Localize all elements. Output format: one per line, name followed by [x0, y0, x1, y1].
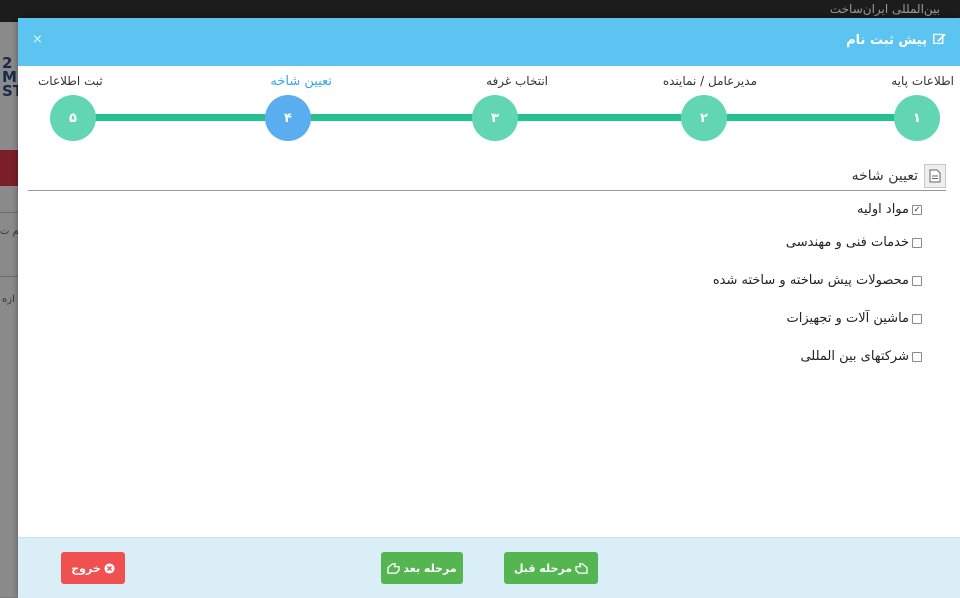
checkbox-label: محصولات پیش ساخته و ساخته شده: [712, 273, 909, 288]
checkbox-machinery[interactable]: ماشین آلات و تجهیزات: [713, 310, 922, 327]
checkbox-checked[interactable]: ✓: [912, 204, 922, 215]
section-title: تعیین شاخه: [851, 168, 918, 184]
wizard-stepper: اطلاعات پایه ۱ مدیرعامل / نماینده ۲ انتخ…: [18, 66, 960, 158]
step-number: ۱: [894, 95, 940, 141]
step-number: ۵: [50, 95, 96, 141]
background-text-fragment: ازه: [2, 294, 15, 305]
next-step-label: مرحله بعد: [403, 561, 457, 575]
step-number: ۴: [265, 95, 311, 141]
step-number: ۲: [681, 95, 727, 141]
edit-icon: [933, 32, 946, 49]
checkbox-label: مواد اولیه: [857, 202, 909, 217]
registration-modal: پیش ثبت نام × اطلاعات پایه ۱ مدیرعامل / …: [18, 18, 960, 598]
step-label: مدیرعامل / نماینده: [662, 74, 757, 88]
modal-title: پیش ثبت نام: [846, 32, 946, 49]
background-red-block: [0, 150, 18, 186]
background-logo: 2 M ST: [2, 54, 24, 100]
step-booth[interactable]: انتخاب غرفه ۳: [428, 66, 548, 158]
modal-header: پیش ثبت نام ×: [18, 18, 960, 66]
step-label: ثبت اطلاعات: [38, 74, 103, 88]
checkbox-engineering-services[interactable]: خدمات فنی و مهندسی: [713, 234, 922, 251]
hand-right-icon: [575, 562, 588, 574]
previous-step-button[interactable]: مرحله قبل: [504, 552, 598, 584]
checkbox-international-companies[interactable]: شرکتهای بین المللی: [713, 348, 922, 365]
next-step-button[interactable]: مرحله بعد: [381, 552, 463, 584]
step-branch[interactable]: تعیین شاخه ۴: [221, 66, 341, 158]
background-divider: [0, 276, 18, 277]
checkbox-prefabricated-products[interactable]: محصولات پیش ساخته و ساخته شده: [713, 272, 922, 289]
step-basic-info[interactable]: اطلاعات پایه ۱: [840, 66, 960, 158]
background-left-strip: [0, 22, 18, 597]
exit-label: خروج: [71, 561, 101, 575]
checkbox-label: خدمات فنی و مهندسی: [785, 235, 909, 250]
step-submit[interactable]: ثبت اطلاعات ۵: [18, 66, 138, 158]
checkbox-label: ماشین آلات و تجهیزات: [786, 311, 909, 326]
section-divider: [28, 190, 946, 191]
exit-button[interactable]: خروج: [61, 552, 125, 584]
background-header-text: بین‌المللی ایران‌ساخت: [829, 2, 940, 16]
hand-left-icon: [387, 562, 401, 574]
close-icon[interactable]: ×: [32, 32, 43, 47]
step-number: ۳: [472, 95, 518, 141]
background-text-fragment: م ت: [0, 226, 19, 237]
checkbox-raw-materials[interactable]: ✓ مواد اولیه: [713, 201, 922, 218]
step-label: اطلاعات پایه: [891, 74, 954, 88]
checkbox-label: شرکتهای بین المللی: [800, 349, 909, 364]
checkbox[interactable]: [912, 313, 922, 324]
modal-title-text: پیش ثبت نام: [846, 33, 927, 48]
checkbox[interactable]: [912, 237, 922, 248]
branch-checkbox-list: ✓ مواد اولیه خدمات فنی و مهندسی محصولات …: [713, 201, 922, 386]
step-label: تعیین شاخه: [270, 74, 332, 89]
step-label: انتخاب غرفه: [486, 74, 548, 88]
circle-x-icon: [104, 562, 115, 574]
step-manager[interactable]: مدیرعامل / نماینده ۲: [633, 66, 757, 158]
checkbox[interactable]: [912, 275, 922, 286]
modal-footer: مرحله قبل مرحله بعد خروج: [18, 537, 960, 598]
section-heading: تعیین شاخه: [852, 164, 946, 188]
background-divider: [0, 212, 18, 213]
document-icon: [924, 164, 946, 188]
previous-step-label: مرحله قبل: [513, 561, 573, 575]
checkbox[interactable]: [912, 351, 922, 362]
